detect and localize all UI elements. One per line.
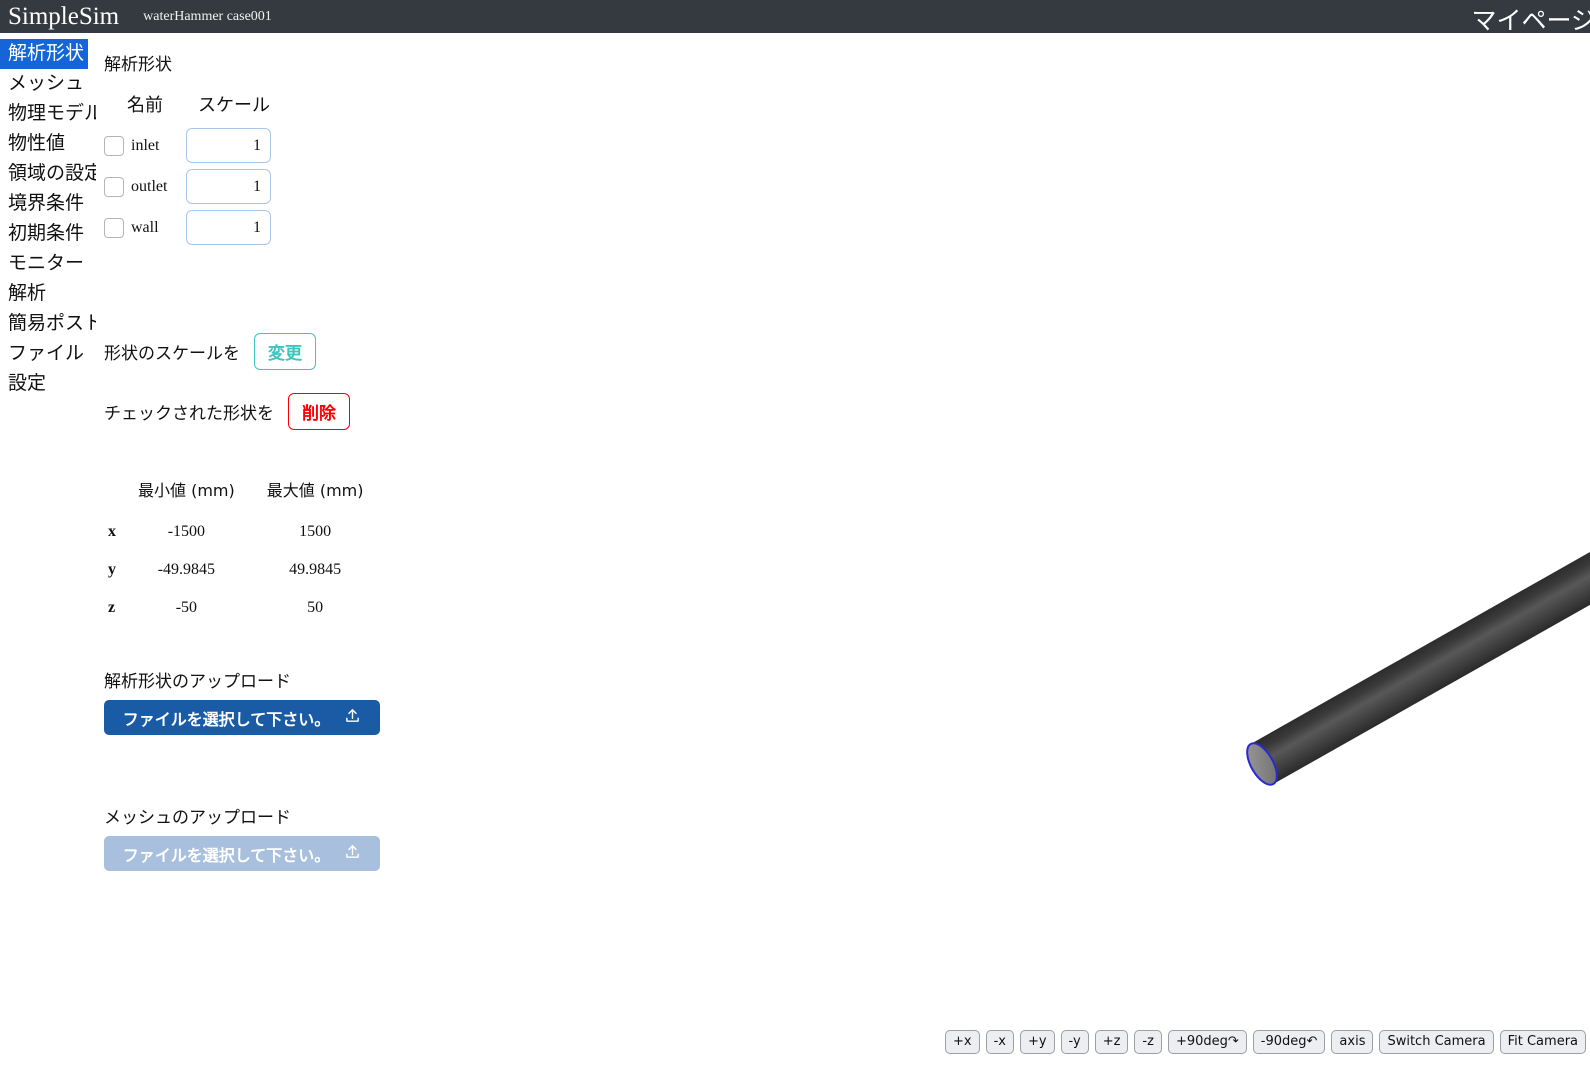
shape-name-cell: inlet	[104, 125, 186, 166]
bbox-max-x: 1500	[299, 523, 332, 540]
delete-action-label: チェックされた形状を	[104, 404, 274, 424]
shape-name-inlet: inlet	[131, 136, 160, 154]
camera-toolbar: +x -x +y -y +z -z +90deg↷ -90deg↶ axis S…	[944, 1029, 1586, 1054]
bbox-axis-x: x	[108, 523, 116, 540]
case-title: waterHammer case001	[143, 8, 272, 24]
shape-name-cell: outlet	[104, 166, 186, 207]
scale-input-inlet[interactable]	[186, 128, 271, 163]
app-brand[interactable]: SimpleSim	[0, 4, 119, 29]
mesh-upload-label: メッシュのアップロード	[104, 808, 291, 828]
delete-shape-button[interactable]: 削除	[288, 393, 350, 430]
camera-rotate-minus-90-button[interactable]: -90deg↶	[1252, 1029, 1326, 1054]
sidebar-item-simple-post[interactable]: 簡易ポスト	[0, 309, 107, 339]
sidebar-item-kaiseki-keijo[interactable]: 解析形状	[0, 39, 89, 69]
pipe-body	[1246, 426, 1590, 786]
shape-upload-button[interactable]: ファイルを選択して下さい。	[104, 700, 380, 735]
mesh-upload-button-label: ファイルを選択して下さい。	[122, 845, 331, 865]
sidebar-item-monitor[interactable]: モニター	[0, 249, 88, 279]
scale-action-label: 形状のスケールを	[104, 344, 240, 364]
shape-name-outlet: outlet	[131, 177, 168, 195]
sidebar-item-material-properties[interactable]: 物性値	[0, 129, 69, 159]
sidebar-item-physical-model[interactable]: 物理モデル	[0, 99, 107, 129]
fit-camera-button[interactable]: Fit Camera	[1499, 1029, 1586, 1054]
pipe-geometry	[1246, 426, 1590, 786]
table-row: inlet	[104, 125, 282, 166]
shape-name-cell: wall	[104, 207, 186, 248]
shape-config-panel: 解析形状 名前 スケール inlet 1 outlet 1 wall 1 形状の…	[96, 33, 496, 1070]
panel-title: 解析形状	[104, 55, 172, 75]
scale-input-outlet[interactable]	[186, 169, 271, 204]
column-header-min: 最小値 (mm)	[138, 481, 235, 500]
shape-checkbox-outlet[interactable]	[104, 176, 124, 197]
table-row: outlet	[104, 166, 282, 207]
scale-action-row: 形状のスケールを 変更	[104, 333, 316, 370]
table-row: y -49.9845 49.9845	[102, 551, 380, 589]
camera-plus-y-button[interactable]: +y	[1019, 1029, 1055, 1054]
shape-scale-cell	[186, 166, 282, 207]
scale-input-wall[interactable]	[186, 210, 271, 245]
shape-scale-table: 名前 スケール inlet 1 outlet 1 wall 1	[104, 91, 282, 248]
shape-checkbox-inlet[interactable]	[104, 135, 124, 156]
delete-action-row: チェックされた形状を 削除	[104, 393, 350, 430]
table-row: wall	[104, 207, 282, 248]
sidebar-item-region-settings[interactable]: 領域の設定	[0, 159, 107, 189]
shape-upload-button-label: ファイルを選択して下さい。	[122, 709, 331, 729]
change-scale-button[interactable]: 変更	[254, 333, 316, 370]
bbox-axis-z: z	[108, 599, 116, 616]
bbox-axis-header	[102, 473, 122, 513]
table-header-row: 名前 スケール	[104, 91, 282, 125]
bbox-max-z: 50	[307, 599, 324, 616]
bbox-min-x: -1500	[167, 523, 206, 540]
camera-axis-button[interactable]: axis	[1331, 1029, 1374, 1054]
sidebar-item-settings[interactable]: 設定	[0, 369, 50, 399]
shape-name-wall: wall	[131, 218, 159, 236]
table-row: x -1500 1500	[102, 513, 380, 551]
app-root: SimpleSim waterHammer case001 マイページ 解析形状…	[0, 0, 1590, 1070]
sidebar-item-boundary-conditions[interactable]: 境界条件	[0, 189, 88, 219]
camera-minus-z-button[interactable]: -z	[1134, 1029, 1162, 1054]
bbox-header-row: 最小値 (mm) 最大値 (mm)	[102, 473, 380, 513]
column-header-max: 最大値 (mm)	[266, 481, 364, 500]
bounding-box-table: 最小値 (mm) 最大値 (mm) x -1500 1500 y -49.984…	[102, 473, 380, 627]
sidebar-item-initial-conditions[interactable]: 初期条件	[0, 219, 88, 249]
table-row: z -50 50	[102, 589, 380, 627]
bbox-axis-y: y	[108, 561, 116, 578]
bbox-min-z: -50	[175, 599, 198, 616]
column-header-scale: スケール	[198, 95, 270, 116]
mypage-link[interactable]: マイページ	[1471, 1, 1590, 37]
switch-camera-button[interactable]: Switch Camera	[1379, 1029, 1494, 1054]
bbox-min-y: -49.9845	[157, 561, 216, 578]
camera-plus-x-button[interactable]: +x	[944, 1029, 980, 1054]
camera-minus-x-button[interactable]: -x	[985, 1029, 1014, 1054]
sidebar-item-mesh[interactable]: メッシュ	[0, 69, 88, 99]
shape-upload-label: 解析形状のアップロード	[104, 672, 291, 692]
upload-icon	[344, 707, 361, 728]
upload-icon	[344, 843, 361, 864]
shape-scale-cell	[186, 125, 282, 166]
top-bar: SimpleSim waterHammer case001 マイページ	[0, 0, 1590, 35]
3d-viewport[interactable]	[496, 33, 1590, 1070]
bbox-max-y: 49.9845	[289, 561, 342, 578]
shape-checkbox-wall[interactable]	[104, 217, 124, 238]
mesh-upload-button[interactable]: ファイルを選択して下さい。	[104, 836, 380, 871]
sidebar: 解析形状 メッシュ 物理モデル 物性値 領域の設定 境界条件 初期条件 モニター…	[0, 33, 103, 1070]
camera-minus-y-button[interactable]: -y	[1060, 1029, 1089, 1054]
mesh-upload-block: メッシュのアップロード ファイルを選択して下さい。	[104, 803, 380, 871]
column-header-name: 名前	[127, 95, 163, 116]
camera-rotate-plus-90-button[interactable]: +90deg↷	[1167, 1029, 1247, 1054]
shape-scale-cell	[186, 207, 282, 248]
sidebar-item-analysis[interactable]: 解析	[0, 279, 50, 309]
sidebar-item-file[interactable]: ファイル	[0, 339, 88, 369]
shape-upload-block: 解析形状のアップロード ファイルを選択して下さい。	[104, 667, 380, 735]
camera-plus-z-button[interactable]: +z	[1094, 1029, 1129, 1054]
